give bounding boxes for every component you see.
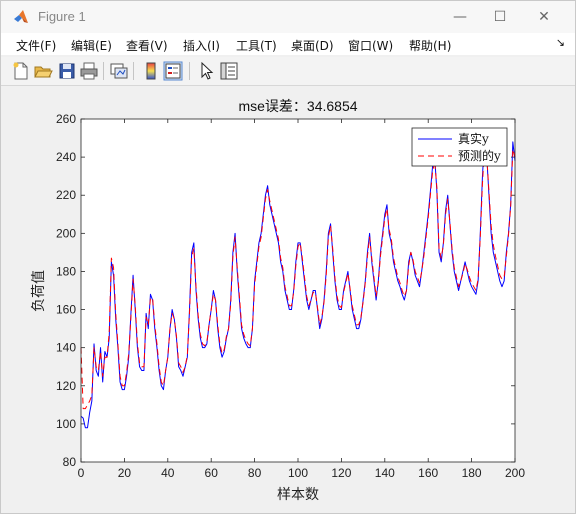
property-inspector-icon[interactable]	[219, 61, 239, 81]
figure-window: Figure 1 — ☐ ✕ 文件(F) 编辑(E) 查看(V) 插入(I) 工…	[0, 0, 576, 514]
save-icon[interactable]	[57, 61, 77, 81]
menu-view[interactable]: 查看(V)	[126, 37, 168, 54]
y-tick-label: 160	[56, 303, 76, 317]
legend-icon[interactable]	[163, 61, 183, 81]
open-file-icon[interactable]	[33, 61, 53, 81]
legend-label-predicted: 预测的y	[458, 148, 501, 163]
pointer-icon[interactable]	[197, 61, 217, 81]
y-axis-label: 负荷值	[31, 270, 47, 312]
matlab-logo-icon	[14, 10, 28, 23]
x-tick-label: 20	[118, 466, 132, 480]
menu-help[interactable]: 帮助(H)	[409, 37, 451, 54]
menu-bar: 文件(F) 编辑(E) 查看(V) 插入(I) 工具(T) 桌面(D) 窗口(W…	[1, 33, 575, 55]
x-tick-label: 0	[78, 466, 85, 480]
figure-canvas: 0 20 40 60 80 100 120 140 160 180 200 80 100 120 140 16…	[9, 87, 569, 505]
toolbar	[1, 57, 575, 86]
x-tick-label: 120	[331, 466, 351, 480]
new-figure-icon[interactable]	[11, 61, 31, 81]
x-tick-label: 160	[418, 466, 438, 480]
colorbar-icon[interactable]	[141, 61, 161, 81]
chart: 0 20 40 60 80 100 120 140 160 180 200 80 100 120 140 16…	[31, 98, 525, 503]
menu-tools[interactable]: 工具(T)	[236, 37, 277, 54]
y-tick-label: 180	[56, 264, 76, 278]
x-tick-label: 80	[248, 466, 262, 480]
x-tick-label: 40	[161, 466, 175, 480]
y-tick-label: 200	[56, 226, 76, 240]
legend-label-actual: 真实y	[458, 131, 489, 146]
x-tick-label: 180	[462, 466, 482, 480]
y-tick-label: 80	[63, 455, 77, 469]
maximize-button[interactable]: ☐	[477, 1, 523, 33]
y-tick-label: 140	[56, 341, 76, 355]
link-plot-icon[interactable]	[109, 61, 129, 81]
y-tick-label: 240	[56, 150, 76, 164]
x-tick-label: 140	[375, 466, 395, 480]
y-tick-label: 220	[56, 188, 76, 202]
x-axis-label: 样本数	[277, 487, 319, 503]
minimize-icon: —	[453, 9, 467, 25]
y-tick-label: 120	[56, 379, 76, 393]
chart-title: mse误差：34.6854	[238, 98, 357, 114]
legend[interactable]: 真实y 预测的y	[411, 127, 508, 167]
print-icon[interactable]	[79, 61, 99, 81]
plot-area	[81, 119, 515, 462]
menu-desktop[interactable]: 桌面(D)	[291, 37, 334, 54]
menu-file[interactable]: 文件(F)	[16, 37, 56, 54]
toolbar-separator	[133, 62, 134, 80]
menu-window[interactable]: 窗口(W)	[348, 37, 393, 54]
window-title: Figure 1	[38, 9, 86, 24]
toolbar-separator	[103, 62, 104, 80]
y-tick-label: 100	[56, 417, 76, 431]
x-tick-label: 200	[505, 466, 525, 480]
close-button[interactable]: ✕	[521, 1, 567, 33]
y-tick-label: 260	[56, 112, 76, 126]
menu-overflow-icon[interactable]: ↘	[556, 36, 565, 49]
x-tick-label: 100	[288, 466, 308, 480]
toolbar-separator	[189, 62, 190, 80]
maximize-icon: ☐	[493, 9, 507, 25]
menu-insert[interactable]: 插入(I)	[183, 37, 220, 54]
menu-edit[interactable]: 编辑(E)	[71, 37, 112, 54]
close-icon: ✕	[538, 9, 550, 25]
x-tick-label: 60	[205, 466, 219, 480]
title-bar: Figure 1 — ☐ ✕	[1, 1, 575, 33]
